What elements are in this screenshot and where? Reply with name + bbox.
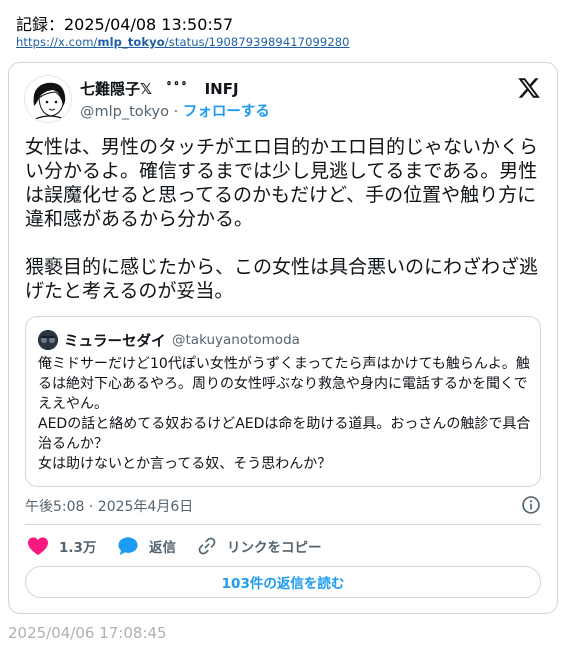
like-button[interactable]: 1.3万 [27, 535, 96, 557]
speech-bubble-icon [118, 537, 138, 556]
quote-user-handle: @takuyanotomoda [172, 332, 300, 348]
copy-link-label: リンクをコピー [227, 540, 322, 556]
follow-button[interactable]: フォローする [183, 104, 270, 120]
quote-display-name: ミュラーセダイ [64, 334, 166, 350]
url-prefix: https://x.com/ [16, 35, 98, 49]
user-handle[interactable]: @mlp_tokyo [80, 104, 169, 120]
tweet-url-link[interactable]: https://x.com/mlp_tokyo/status/190879398… [16, 35, 350, 49]
url-suffix: /status/1908793989417099280 [164, 35, 350, 49]
info-icon[interactable] [521, 495, 541, 515]
tweet-card: 七難隠子𝕏 ﾟﾟﾟ INFJ @mlp_tokyo · フォローする 女性は、男… [8, 62, 558, 614]
x-logo-icon[interactable] [517, 76, 541, 100]
url-user: mlp_tokyo [97, 35, 165, 49]
reply-button[interactable]: 返信 [117, 535, 176, 557]
avatar[interactable] [24, 75, 72, 123]
display-name[interactable]: 七難隠子𝕏 ﾟﾟﾟ INFJ [80, 78, 239, 99]
reply-label: 返信 [149, 540, 176, 556]
record-timestamp: 記録：2025/04/08 13:50:57 [16, 15, 234, 34]
tweet-timestamp[interactable]: 午後5:08 · 2025年4月6日 [25, 496, 193, 516]
quote-text: 俺ミドサーだけど10代ぽい女性がうずくまってたら声はかけても触らんよ。触るは絶対… [38, 356, 531, 472]
tweet-text: 女性は、男性のタッチがエロ目的かエロ目的じゃないかくらい分かるよ。確信するまでは… [25, 136, 539, 302]
handle-separator: · [173, 104, 179, 120]
quote-avatar[interactable] [38, 330, 58, 350]
copy-link-button[interactable]: リンクをコピー [197, 535, 322, 557]
heart-icon [28, 537, 48, 556]
handle-row: @mlp_tokyo · フォローする [80, 100, 270, 121]
footer-date: 2025/04/06 17:08:45 [8, 624, 167, 642]
link-icon [198, 537, 216, 555]
like-count: 1.3万 [59, 540, 97, 556]
divider [25, 524, 541, 525]
read-replies-button[interactable]: 103件の返信を読む [25, 566, 541, 598]
quoted-tweet[interactable]: ミュラーセダイ @takuyanotomoda 俺ミドサーだけど10代ぽい女性が… [25, 316, 541, 487]
